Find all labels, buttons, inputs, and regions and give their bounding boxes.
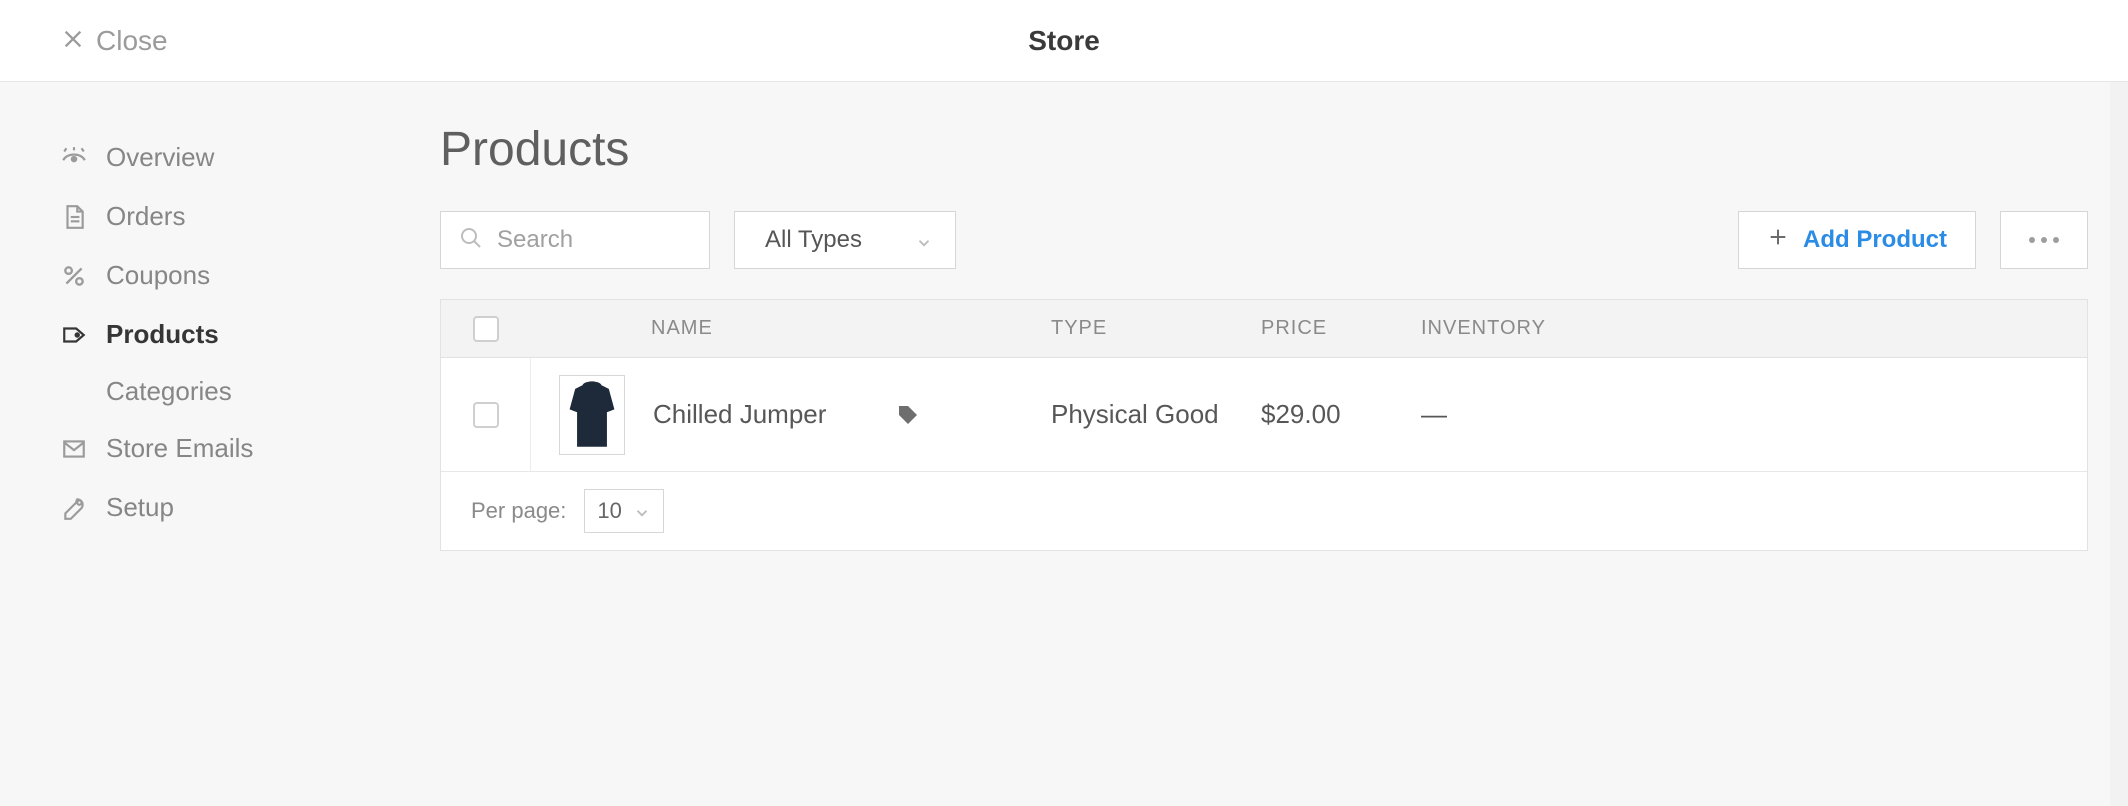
sidebar-subitem-categories[interactable]: Categories [60,364,440,419]
search-input[interactable] [497,226,691,254]
sidebar-item-label: Products [106,319,219,350]
sidebar: Overview Orders Coupons [0,82,440,806]
plus-icon [1767,226,1789,255]
dots-icon [2029,237,2035,243]
per-page-select[interactable]: 10 [584,489,664,533]
column-header-type[interactable]: TYPE [1051,317,1261,340]
header-bar: Close Store [0,0,2128,82]
more-actions-button[interactable] [2000,211,2088,269]
sidebar-item-overview[interactable]: Overview [60,128,440,187]
sidebar-item-label: Overview [106,142,214,173]
table-header: NAME TYPE PRICE INVENTORY [441,300,2087,358]
percent-icon [60,262,88,290]
per-page-label: Per page: [471,498,566,524]
page-title: Products [440,122,2088,177]
chevron-down-icon [915,231,933,249]
main-content: Products All Types Add Product [440,82,2128,806]
document-icon [60,203,88,231]
sidebar-item-products[interactable]: Products [60,305,440,364]
product-name: Chilled Jumper [653,399,826,430]
sidebar-subitem-label: Categories [106,376,232,406]
product-inventory: — [1421,399,1621,430]
table-row[interactable]: Chilled Jumper Physical Good $29.00 — [441,358,2087,472]
close-label: Close [96,25,168,57]
mail-icon [60,435,88,463]
column-header-name[interactable]: NAME [531,317,1051,340]
wrench-icon [60,494,88,522]
sidebar-item-label: Setup [106,492,174,523]
sidebar-item-label: Orders [106,201,185,232]
sidebar-item-store-emails[interactable]: Store Emails [60,419,440,478]
close-button[interactable]: Close [62,25,168,57]
search-icon [459,226,483,255]
tag-icon [60,321,88,349]
type-filter-label: All Types [765,226,862,254]
header-title: Store [1028,25,1100,57]
search-box[interactable] [440,211,710,269]
sidebar-item-orders[interactable]: Orders [60,187,440,246]
jumper-icon [564,380,620,450]
sidebar-item-label: Coupons [106,260,210,291]
products-table: NAME TYPE PRICE INVENTORY Chilled Jum [440,299,2088,551]
add-product-label: Add Product [1803,226,1947,254]
tag-indicator-icon [896,403,920,427]
scrollbar-track[interactable] [2110,82,2128,806]
sidebar-item-coupons[interactable]: Coupons [60,246,440,305]
per-page-value: 10 [597,498,621,524]
sidebar-item-label: Store Emails [106,433,253,464]
row-checkbox[interactable] [473,402,499,428]
product-type: Physical Good [1051,399,1261,430]
toolbar: All Types Add Product [440,211,2088,269]
chevron-down-icon [633,502,651,520]
column-header-price[interactable]: PRICE [1261,317,1421,340]
sidebar-item-setup[interactable]: Setup [60,478,440,537]
product-thumbnail[interactable] [559,375,625,455]
eye-icon [60,144,88,172]
type-filter-select[interactable]: All Types [734,211,956,269]
column-header-inventory[interactable]: INVENTORY [1421,317,1621,340]
product-price: $29.00 [1261,399,1421,430]
table-footer: Per page: 10 [441,472,2087,550]
select-all-checkbox[interactable] [473,316,499,342]
add-product-button[interactable]: Add Product [1738,211,1976,269]
close-icon [62,25,84,57]
